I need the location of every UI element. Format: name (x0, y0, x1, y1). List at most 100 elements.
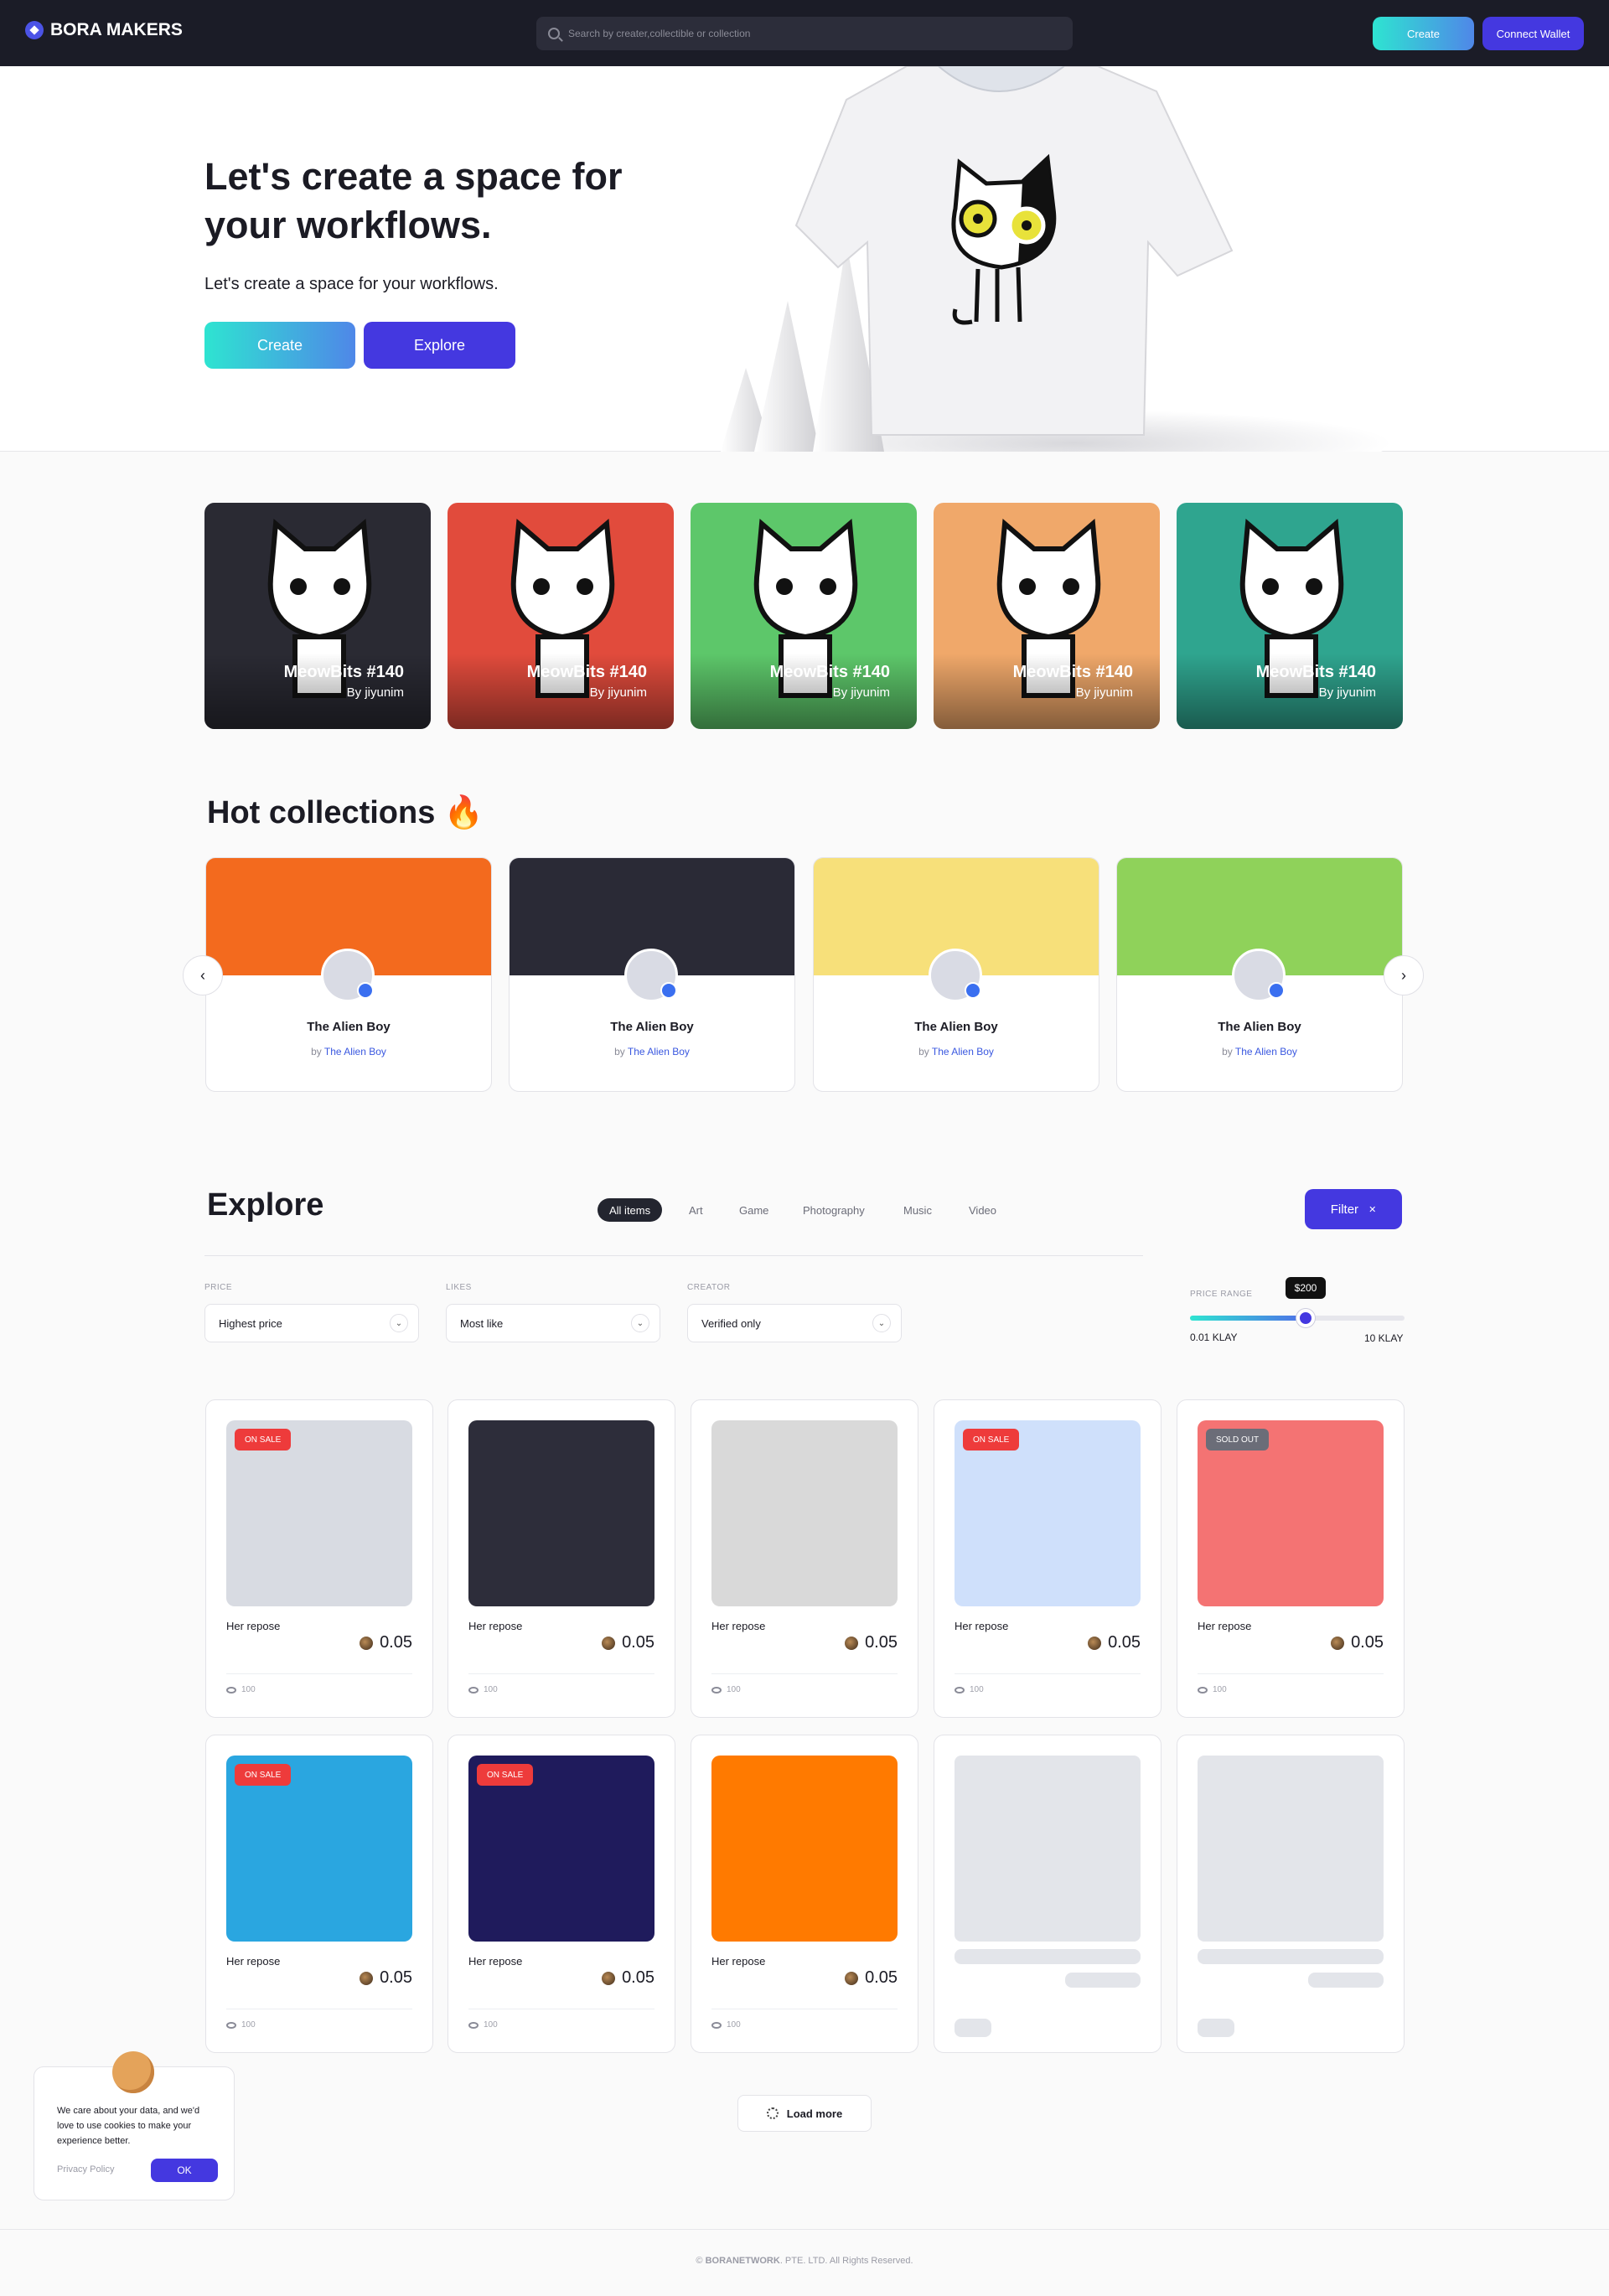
divider (711, 1673, 898, 1674)
carousel-next-button[interactable]: › (1384, 955, 1424, 995)
klay-coin-icon (602, 1636, 616, 1650)
featured-author: By jiyunim (1075, 685, 1133, 700)
connect-wallet-button[interactable]: Connect Wallet (1482, 17, 1584, 50)
nav-create-button[interactable]: Create (1373, 17, 1474, 50)
search-input[interactable] (568, 28, 1037, 39)
featured-author: By jiyunim (346, 685, 404, 700)
klay-coin-icon (1331, 1636, 1345, 1650)
hot-collections-title: Hot collections 🔥 (207, 795, 484, 830)
cookie-text: We care about your data, and we'd love t… (57, 2106, 200, 2146)
creator-link[interactable]: The Alien Boy (628, 1046, 690, 1058)
collection-card[interactable]: The Alien Boy by The Alien Boy (205, 857, 492, 1092)
hero-subtitle: Let's create a space for your workflows. (204, 275, 499, 293)
search-bar[interactable] (536, 17, 1073, 50)
featured-card[interactable]: MeowBits #140 By jiyunim (691, 503, 917, 729)
featured-author: By jiyunim (1318, 685, 1376, 700)
load-more-button[interactable]: Load more (737, 2095, 872, 2132)
item-image[interactable]: SOLD OUT (1198, 1420, 1384, 1606)
chevron-right-icon: › (1401, 966, 1406, 984)
klay-coin-icon (845, 1636, 859, 1650)
price-range-handle[interactable] (1296, 1309, 1315, 1327)
cookie-icon (112, 2051, 154, 2093)
collection-name: The Alien Boy (914, 1020, 998, 1034)
skeleton-line (955, 2019, 991, 2037)
tab-art[interactable]: Art (677, 1198, 715, 1222)
klay-coin-icon (360, 1971, 374, 1985)
hero-create-button[interactable]: Create (204, 322, 355, 369)
item-card[interactable]: ON SALE Her repose 0.05 100 (934, 1399, 1161, 1718)
item-card[interactable]: ON SALE Her repose 0.05 100 (448, 1735, 675, 2053)
footer-divider (0, 2229, 1609, 2230)
tab-video[interactable]: Video (957, 1198, 1008, 1222)
creator-select[interactable]: Verified only ⌄ (687, 1304, 902, 1342)
featured-card[interactable]: MeowBits #140 By jiyunim (1177, 503, 1403, 729)
creator-link[interactable]: The Alien Boy (932, 1046, 994, 1058)
creator-link[interactable]: The Alien Boy (1235, 1046, 1297, 1058)
featured-card[interactable]: MeowBits #140 By jiyunim (448, 503, 674, 729)
featured-card[interactable]: MeowBits #140 By jiyunim (934, 503, 1160, 729)
item-card[interactable]: ON SALE Her repose 0.05 100 (205, 1399, 433, 1718)
status-badge: ON SALE (477, 1764, 534, 1786)
filter-button[interactable]: Filter ✕ (1305, 1189, 1402, 1229)
brand-logo[interactable]: BORA MAKERS (25, 20, 183, 40)
tab-game[interactable]: Game (727, 1198, 780, 1222)
item-title: Her repose (226, 1955, 281, 1968)
item-views: 100 (711, 1685, 741, 1694)
item-title: Her repose (1198, 1620, 1252, 1632)
verified-badge-icon (660, 982, 677, 999)
carousel-prev-button[interactable]: ‹ (183, 955, 223, 995)
item-price: 0.05 (845, 1633, 898, 1652)
item-image[interactable] (711, 1420, 898, 1606)
verified-badge-icon (965, 982, 981, 999)
footer-brand[interactable]: BORANETWORK (706, 2256, 780, 2266)
tab-music[interactable]: Music (892, 1198, 944, 1222)
price-select[interactable]: Highest price ⌄ (204, 1304, 419, 1342)
filter-label: Filter (1330, 1202, 1359, 1217)
hero-explore-button[interactable]: Explore (364, 322, 515, 369)
hero-tshirt-image (721, 66, 1391, 452)
item-image[interactable] (468, 1420, 654, 1606)
item-image[interactable] (711, 1756, 898, 1942)
item-card[interactable]: Her repose 0.05 100 (448, 1399, 675, 1718)
item-image[interactable]: ON SALE (468, 1756, 654, 1942)
likes-select[interactable]: Most like ⌄ (446, 1304, 660, 1342)
divider (1198, 1673, 1384, 1674)
item-views: 100 (955, 1685, 984, 1694)
klay-coin-icon (845, 1971, 859, 1985)
item-card[interactable]: Her repose 0.05 100 (691, 1399, 918, 1718)
collection-card[interactable]: The Alien Boy by The Alien Boy (509, 857, 795, 1092)
item-title: Her repose (711, 1620, 766, 1632)
hero-title: Let's create a space for your workflows. (204, 155, 623, 246)
item-card[interactable]: SOLD OUT Her repose 0.05 100 (1177, 1399, 1405, 1718)
item-image[interactable]: ON SALE (226, 1420, 412, 1606)
eye-icon (1198, 1686, 1208, 1694)
tab-photography[interactable]: Photography (791, 1198, 877, 1222)
item-price: 0.05 (602, 1633, 654, 1652)
verified-badge-icon (1268, 982, 1285, 999)
cookie-ok-button[interactable]: OK (151, 2159, 218, 2182)
collection-creator: by The Alien Boy (311, 1046, 386, 1058)
item-card[interactable]: Her repose 0.05 100 (691, 1735, 918, 2053)
item-views: 100 (468, 1685, 498, 1694)
item-image[interactable]: ON SALE (955, 1420, 1141, 1606)
eye-icon (226, 2021, 236, 2029)
item-image[interactable]: ON SALE (226, 1756, 412, 1942)
creator-link[interactable]: The Alien Boy (324, 1046, 386, 1058)
tab-all-items[interactable]: All items (598, 1198, 663, 1222)
collection-card[interactable]: The Alien Boy by The Alien Boy (813, 857, 1099, 1092)
item-price: 0.05 (845, 1968, 898, 1988)
item-views: 100 (468, 2020, 498, 2030)
collection-creator: by The Alien Boy (918, 1046, 994, 1058)
collection-card[interactable]: The Alien Boy by The Alien Boy (1116, 857, 1403, 1092)
chevron-down-icon: ⌄ (631, 1314, 649, 1332)
featured-title: MeowBits #140 (1255, 663, 1376, 681)
explore-title: Explore (207, 1187, 324, 1223)
featured-card[interactable]: MeowBits #140 By jiyunim (204, 503, 431, 729)
creator-select-value: Verified only (701, 1316, 761, 1330)
likes-select-value: Most like (460, 1316, 504, 1330)
privacy-policy-link[interactable]: Privacy Policy (57, 2164, 114, 2174)
klay-coin-icon (602, 1971, 616, 1985)
footer-text: . PTE. LTD. All Rights Reserved. (779, 2256, 913, 2266)
item-card[interactable]: ON SALE Her repose 0.05 100 (205, 1735, 433, 2053)
price-range-min: 0.01 KLAY (1190, 1332, 1238, 1343)
